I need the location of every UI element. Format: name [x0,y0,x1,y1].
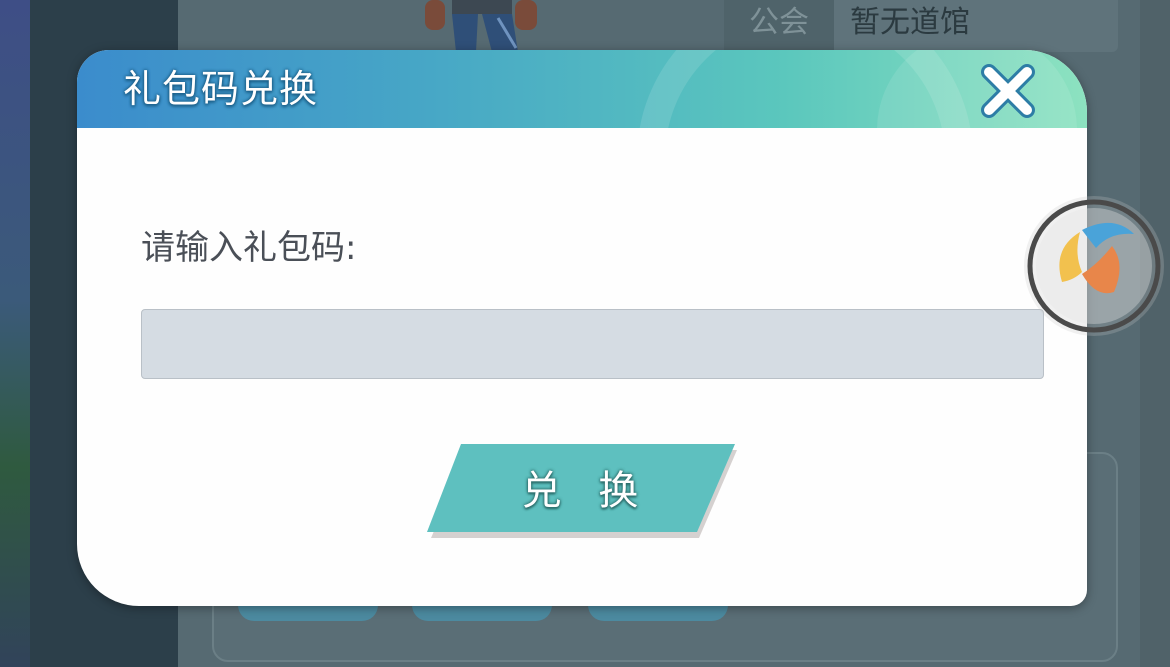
gift-code-dialog: 礼包码兑换 请输入礼包码: 兑 换 [77,50,1087,606]
redeem-button[interactable]: 兑 换 [427,444,737,538]
guild-value: 暂无道馆 [850,5,970,40]
guild-info-row: 公会 暂无道馆 [724,0,1118,52]
close-button[interactable] [977,62,1039,120]
background-left-strip [0,0,30,667]
gift-code-prompt: 请输入礼包码: [141,228,357,268]
redeem-button-label: 兑 换 [521,468,651,514]
guild-label: 公会 [724,0,834,52]
floating-assistant-ball[interactable] [1022,194,1166,338]
gift-code-input[interactable] [141,309,1044,379]
assistant-logo-icon [1024,196,1164,336]
dialog-header: 礼包码兑换 [77,50,1087,128]
dialog-title: 礼包码兑换 [123,67,319,111]
close-icon [981,64,1035,118]
character-legs-image [425,0,537,52]
